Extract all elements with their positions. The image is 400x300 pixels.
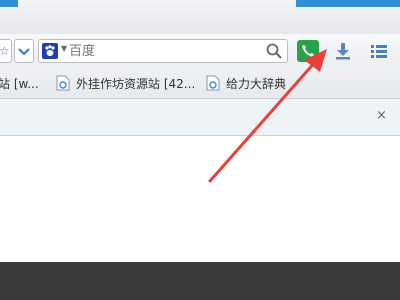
bookmark-label: 外挂作坊资源站 [42... bbox=[76, 77, 196, 91]
search-input[interactable] bbox=[69, 42, 259, 60]
browser-window: ☆ ▼ 百度 站 [w... 外挂作坊资源站 [42... 给力大辞典 × bbox=[0, 0, 400, 262]
bookmark-item[interactable]: 外挂作坊资源站 [42... bbox=[56, 75, 195, 92]
phone-button[interactable] bbox=[297, 40, 319, 62]
download-icon bbox=[336, 43, 350, 60]
title-bar-accent-left bbox=[0, 0, 18, 7]
bookmark-item[interactable]: 站 [w... bbox=[0, 75, 39, 92]
bookmark-label: 给力大辞典 bbox=[226, 77, 287, 91]
page-icon bbox=[56, 75, 70, 91]
search-icon[interactable] bbox=[265, 42, 283, 60]
page-content bbox=[0, 136, 400, 262]
notification-bar: × bbox=[0, 99, 400, 136]
bookmark-label: 站 [w... bbox=[0, 77, 39, 91]
chevron-down-icon bbox=[18, 48, 30, 56]
page-icon bbox=[206, 75, 220, 91]
bookmark-item[interactable]: 给力大辞典 bbox=[206, 75, 286, 92]
title-bar bbox=[0, 0, 400, 35]
bookmarks-bar: 站 [w... 外挂作坊资源站 [42... 给力大辞典 bbox=[0, 68, 400, 99]
favorite-star-icon[interactable]: ☆ bbox=[0, 44, 10, 58]
download-button[interactable] bbox=[332, 40, 354, 62]
menu-button[interactable] bbox=[368, 40, 390, 62]
address-bar-end[interactable]: ☆ bbox=[0, 39, 12, 63]
address-dropdown-button[interactable] bbox=[14, 39, 34, 63]
engine-dropdown-icon[interactable]: ▼ bbox=[61, 44, 67, 53]
title-bar-accent-right bbox=[296, 0, 400, 7]
search-box[interactable]: ▼ bbox=[38, 39, 288, 63]
phone-icon bbox=[302, 45, 314, 57]
close-icon[interactable]: × bbox=[376, 108, 387, 123]
list-menu-icon bbox=[371, 45, 387, 58]
baidu-paw-icon[interactable] bbox=[42, 43, 58, 59]
